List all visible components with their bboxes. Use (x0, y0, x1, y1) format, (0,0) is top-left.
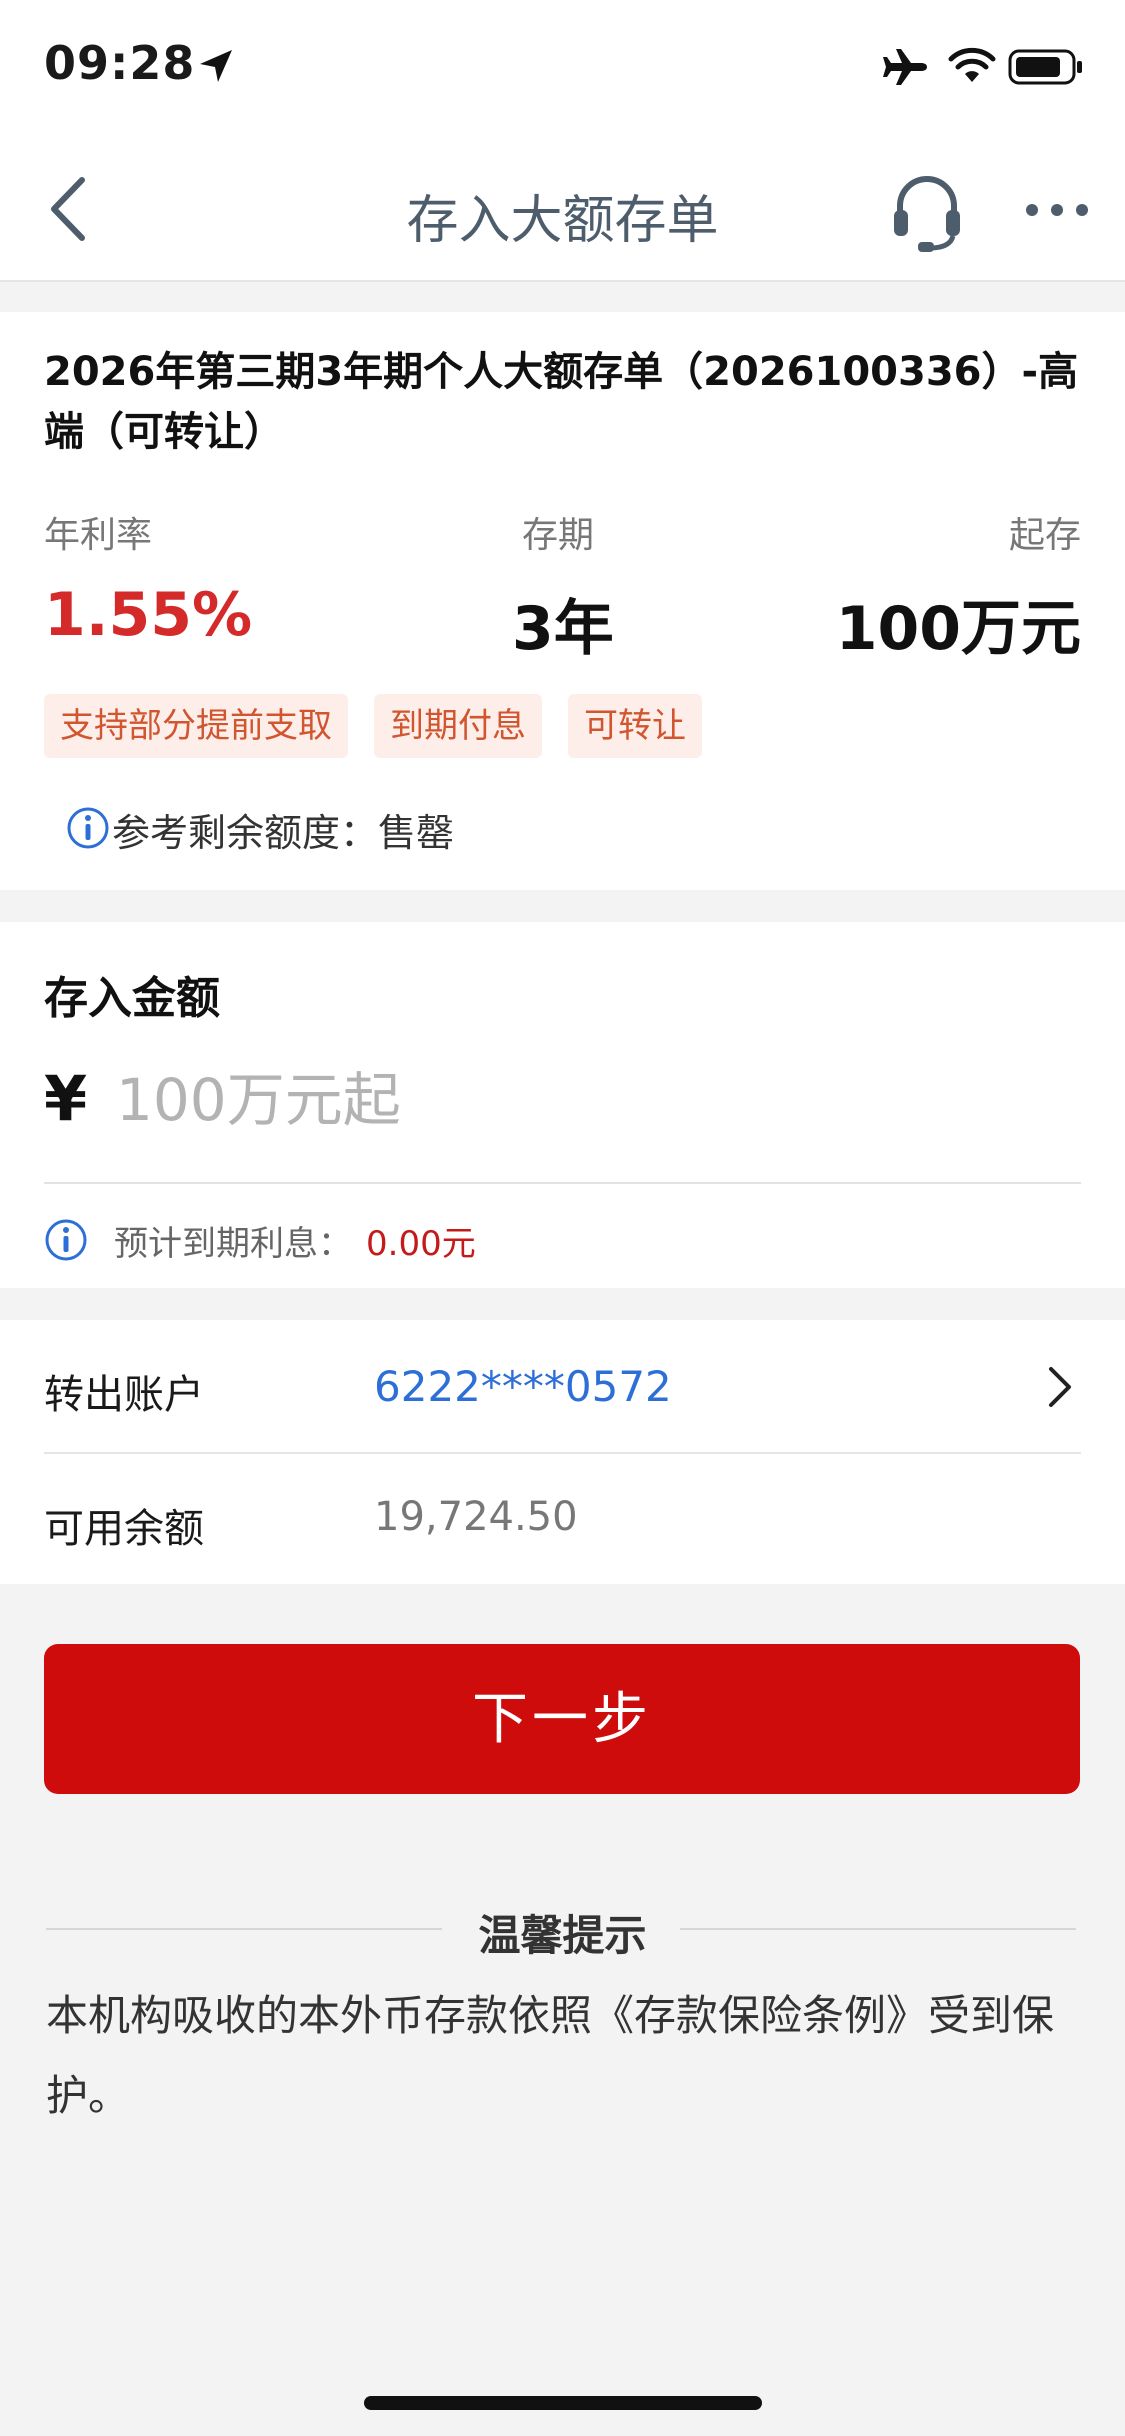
min-deposit-label: 起存 (1008, 515, 1081, 556)
airplane-icon (883, 49, 927, 85)
rate-value: 1.55% (44, 580, 253, 650)
amount-input[interactable] (116, 1060, 1016, 1140)
expected-interest-label: 预计到期利息： (114, 1224, 352, 1264)
product-name: 2026年第三期3年期个人大额存单（2026100336）-高端（可转让） (44, 349, 1079, 455)
tips-text: 本机构吸收的本外币存款依照《存款保险条例》受到保护。 (46, 1991, 1055, 2120)
next-step-button[interactable]: 下一步 (44, 1644, 1080, 1794)
from-account-label: 转出账户 (44, 1372, 204, 1418)
tips-title: 温馨提示 (478, 1911, 647, 1960)
balance-row: 可用余额 19,724.50 (0, 1454, 1125, 1586)
divider (44, 1182, 1081, 1184)
wifi-icon (948, 47, 996, 82)
balance-value: 19,724.50 (374, 1494, 578, 1540)
account-card: 转出账户 6222****0572 可用余额 19,724.50 (0, 1320, 1125, 1584)
info-icon (67, 807, 109, 849)
headset-icon[interactable] (890, 170, 964, 252)
tag-partial-withdrawal: 支持部分提前支取 (44, 694, 348, 758)
location-arrow-icon (200, 50, 232, 82)
product-tags: 支持部分提前支取 到期付息 可转让 (44, 694, 702, 758)
rate-label: 年利率 (44, 515, 153, 556)
home-indicator[interactable] (364, 2396, 762, 2410)
more-icon[interactable] (1024, 190, 1090, 230)
info-icon (45, 1219, 87, 1261)
status-time: 09:28 (44, 36, 196, 90)
product-card: 2026年第三期3年期个人大额存单（2026100336）-高端（可转让） 年利… (0, 312, 1125, 890)
expected-interest-value: 0.00元 (366, 1224, 476, 1264)
remaining-quota: 参考剩余额度：售罄 (112, 811, 455, 855)
tag-transferable: 可转让 (568, 694, 702, 758)
from-account-row[interactable]: 转出账户 6222****0572 (0, 1320, 1125, 1452)
status-bar: 09:28 (0, 0, 1125, 140)
from-account-number[interactable]: 6222****0572 (374, 1362, 672, 1411)
currency-symbol: ¥ (44, 1062, 88, 1135)
chevron-right-icon[interactable] (1045, 1364, 1075, 1410)
amount-card: 存入金额 ¥ 预计到期利息： 0.00元 (0, 922, 1125, 1288)
amount-title: 存入金额 (44, 973, 220, 1024)
page: 09:28 存入大额存单 2026年第三期3年期个人大额存单（202610033… (0, 0, 1125, 2436)
tag-interest-at-maturity: 到期付息 (374, 694, 542, 758)
min-deposit-value: 100万元 (835, 594, 1081, 664)
term-value: 3年 (512, 594, 614, 664)
balance-label: 可用余额 (44, 1506, 204, 1552)
term-label: 存期 (522, 515, 595, 556)
nav-bar: 存入大额存单 (0, 140, 1125, 282)
battery-icon (1008, 49, 1082, 85)
